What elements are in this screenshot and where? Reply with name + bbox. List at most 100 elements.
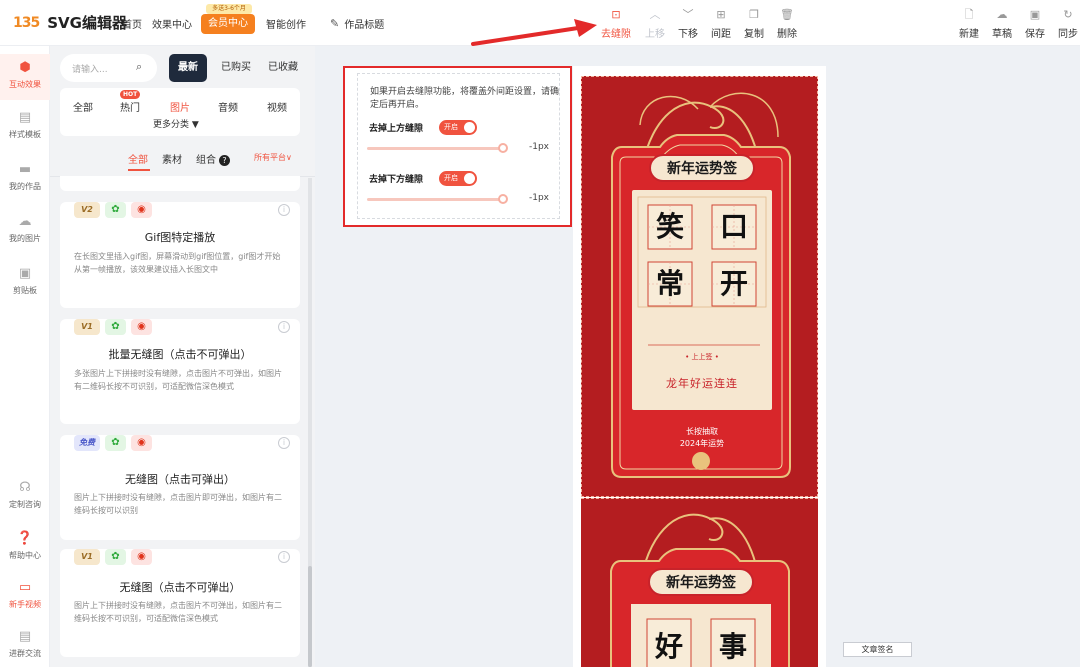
version-badge: V1	[74, 319, 100, 335]
rail-join-group[interactable]: ▤ 进群交流	[0, 629, 50, 659]
rail-interactive-effects[interactable]: ⬢ 互动效果	[0, 54, 50, 100]
effect-list: V2 ✿ ◉ i Gif图特定播放 在长图文里插入gif图，屏幕滑动到gif图位…	[60, 176, 305, 667]
vip-center-button[interactable]: 会员中心	[201, 14, 255, 34]
vip-center[interactable]: 多送3-6个月 会员中心	[201, 4, 255, 35]
rail-my-images[interactable]: ☁ 我的图片	[0, 214, 50, 244]
wechat-icon: ✿	[105, 319, 126, 335]
gap-remove-icon: ⊡	[611, 8, 621, 21]
panel-scrollbar-thumb[interactable]	[308, 566, 312, 667]
effect-card[interactable]: V1 ✿ ◉ i 无缝图（点击不可弹出） 图片上下拼接时没有缝隙，点击图片不可弹…	[60, 549, 300, 657]
rail-clipboard[interactable]: ▣ 剪贴板	[0, 266, 50, 296]
sync-icon: ↻	[1063, 8, 1073, 21]
search-input[interactable]: 请输入... ⌕	[60, 54, 157, 82]
poster-image-2[interactable]: 新年运势签 好 事	[581, 498, 818, 667]
filter-all[interactable]: 全部	[128, 151, 148, 166]
help-icon[interactable]: ?	[219, 155, 230, 166]
gap-settings-panel: 如果开启去缝隙功能，将覆盖外间距设置，请确定后再开启。 去掉上方缝隙 开启 -1…	[343, 66, 572, 227]
effect-card[interactable]: V1 ✿ ◉ i 批量无缝图（点击不可弹出） 多张图片上下拼接时没有缝隙，点击图…	[60, 319, 300, 424]
nav-effects[interactable]: 效果中心	[152, 16, 192, 31]
tool-draft[interactable]: ☁ 草稿	[986, 8, 1018, 40]
filter-combo[interactable]: 组合?	[196, 151, 230, 166]
info-icon[interactable]: i	[278, 551, 290, 563]
remove-top-gap-toggle[interactable]: 开启	[439, 120, 477, 135]
rail-beginner-video[interactable]: ▭ 新手视频	[0, 580, 50, 610]
more-categories[interactable]: 更多分类 ▼	[153, 117, 199, 130]
article-signature-button[interactable]: 文章签名	[843, 642, 912, 657]
category-audio[interactable]: 音频	[218, 99, 238, 114]
category-video[interactable]: 视频	[267, 99, 287, 114]
rail-my-works[interactable]: ▬ 我的作品	[0, 162, 50, 192]
top-gap-slider[interactable]	[367, 143, 508, 153]
category-hot[interactable]: 热门	[120, 99, 140, 114]
card-title: 无缝图（点击可弹出）	[125, 473, 235, 486]
info-icon[interactable]: i	[278, 204, 290, 216]
card-title: 批量无缝图（点击不可弹出）	[108, 348, 252, 361]
poster-slogan: 龙年好运连连	[666, 377, 738, 390]
weibo-icon: ◉	[131, 202, 152, 218]
left-rail: ⬢ 互动效果 ▤ 样式模板 ▬ 我的作品 ☁ 我的图片 ▣ 剪贴板 ☊ 定制咨询…	[0, 46, 50, 667]
poster-char: 常	[655, 267, 684, 300]
poster-char: 笑	[655, 210, 684, 243]
tab-purchased[interactable]: 已购买	[217, 54, 255, 82]
document-canvas[interactable]: 新年运势签 笑 口 常 开 • 上上签 • 龙年好运连连 长按抽取 2024年运…	[573, 66, 826, 667]
tool-move-down[interactable]: ﹀ 下移	[672, 8, 704, 40]
tool-sync[interactable]: ↻ 同步	[1052, 8, 1080, 40]
poster-rank: • 上上签 •	[685, 353, 719, 361]
material-panel: 请输入... ⌕ 最新 已购买 已收藏 全部 HOT 热门 图片 音频 视频 更…	[50, 46, 315, 667]
effect-card[interactable]: V2 ✿ ◉ i Gif图特定播放 在长图文里插入gif图，屏幕滑动到gif图位…	[60, 202, 300, 308]
search-row: 请输入... ⌕ 最新 已购买 已收藏	[60, 54, 310, 82]
tool-remove-gap[interactable]: ⊡ 去缝隙	[600, 8, 632, 40]
tool-label: 保存	[1025, 29, 1045, 40]
poster-image-1[interactable]: 新年运势签 笑 口 常 开 • 上上签 • 龙年好运连连 长按抽取 2024年运…	[581, 76, 818, 497]
rail-help-center[interactable]: ❓ 帮助中心	[0, 531, 50, 561]
tab-favorites[interactable]: 已收藏	[263, 54, 303, 82]
remove-bottom-gap-toggle[interactable]: 开启	[439, 171, 477, 186]
slider-handle[interactable]	[498, 194, 508, 204]
card-desc: 图片上下拼接时没有缝隙，点击图片不可弹出，如图片有二维码长按不可识别，可适配微信…	[74, 601, 282, 623]
spacing-icon: ⊞	[716, 8, 726, 21]
tool-delete[interactable]: 🗑 删除	[771, 8, 803, 40]
category-all[interactable]: 全部	[73, 99, 93, 114]
tool-copy[interactable]: ❐ 复制	[738, 8, 770, 40]
tool-move-up[interactable]: ︿ 上移	[639, 8, 671, 40]
platform-dropdown[interactable]: 所有平台∨	[254, 152, 292, 163]
tool-new[interactable]: 🗋 新建	[953, 8, 985, 40]
bottom-gap-value: -1px	[529, 193, 550, 203]
app-logo[interactable]: 135 SVG编辑器	[13, 12, 127, 33]
nav-home[interactable]: 首页	[122, 16, 142, 31]
rail-custom-consult[interactable]: ☊ 定制咨询	[0, 480, 50, 510]
nav-ai-create[interactable]: 智能创作	[266, 16, 306, 31]
effect-card[interactable]: 免费 ✿ ◉ i 无缝图（点击可弹出） 图片上下拼接时没有缝隙，点击图片即可弹出…	[60, 435, 300, 540]
vip-promo-badge: 多送3-6个月	[206, 4, 252, 14]
slider-handle[interactable]	[498, 143, 508, 153]
folder-icon: ▬	[18, 162, 32, 177]
trash-icon: 🗑	[780, 8, 794, 21]
filter-material[interactable]: 素材	[162, 151, 182, 166]
remove-top-gap-label: 去掉上方缝隙	[369, 124, 424, 134]
search-icon[interactable]: ⌕	[136, 60, 142, 74]
info-icon[interactable]: i	[278, 437, 290, 449]
list-item-partial	[60, 176, 300, 191]
group-chat-icon: ▤	[18, 629, 32, 644]
card-title: 无缝图（点击不可弹出）	[119, 581, 241, 594]
filter-row: 全部 素材 组合? 所有平台∨	[60, 151, 310, 171]
bottom-gap-slider[interactable]	[367, 194, 508, 204]
poster-title: 新年运势签	[667, 161, 737, 177]
badge-row: 免费 ✿ ◉	[74, 435, 157, 451]
card-desc: 在长图文里插入gif图，屏幕滑动到gif图位置，gif图才开始从第一帧播放，该效…	[74, 252, 281, 274]
wechat-icon: ✿	[105, 202, 126, 218]
tab-latest[interactable]: 最新	[169, 54, 207, 82]
rail-style-templates[interactable]: ▤ 样式模板	[0, 110, 50, 140]
rail-label: 定制咨询	[9, 500, 41, 509]
tool-spacing[interactable]: ⊞ 间距	[705, 8, 737, 40]
doc-title-edit[interactable]: ✎ 作品标题	[330, 16, 384, 31]
weibo-icon: ◉	[131, 319, 152, 335]
tool-save[interactable]: ▣ 保存	[1019, 8, 1051, 40]
save-icon: ▣	[1029, 8, 1041, 21]
tool-label: 新建	[959, 29, 979, 40]
info-icon[interactable]: i	[278, 321, 290, 333]
category-image[interactable]: 图片	[170, 99, 190, 114]
logo-text: SVG编辑器	[47, 14, 127, 32]
tool-label: 复制	[744, 29, 764, 40]
tool-label: 去缝隙	[601, 29, 631, 40]
